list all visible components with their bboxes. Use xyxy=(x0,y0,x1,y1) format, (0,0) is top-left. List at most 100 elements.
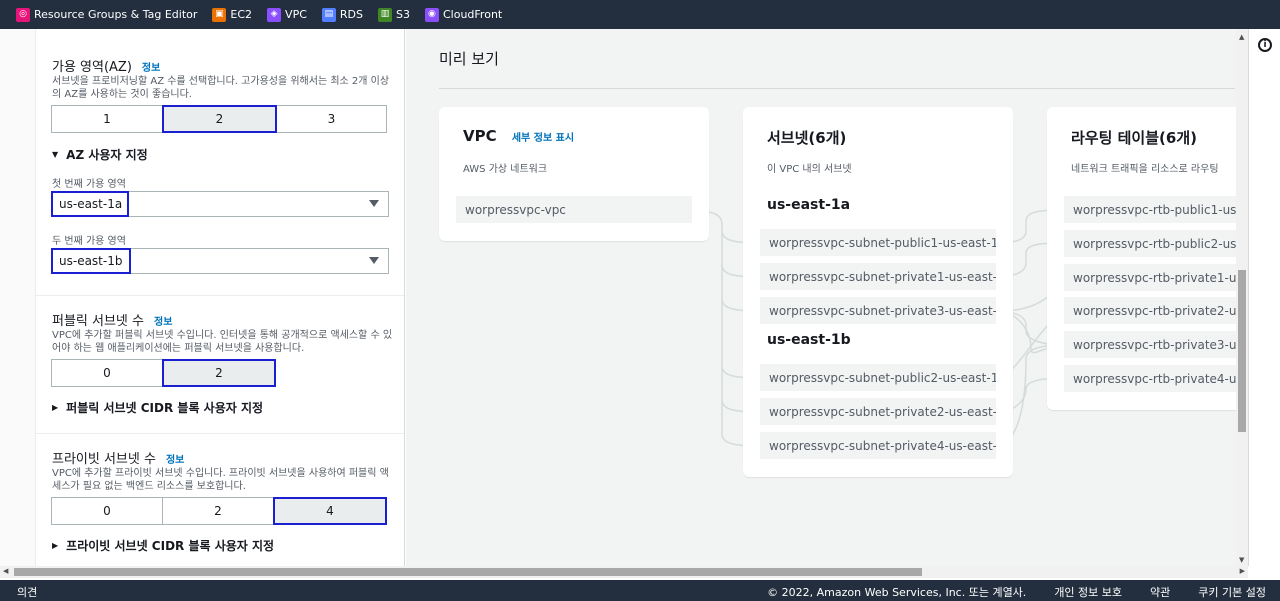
subnet-pill[interactable]: worpressvpc-subnet-private1-us-east-1a xyxy=(760,263,996,290)
favorite-rds[interactable]: ▤ RDS xyxy=(321,7,363,22)
caret-right-icon: ▶ xyxy=(52,403,59,412)
public-title: 퍼블릭 서브넷 수 xyxy=(52,314,144,329)
subnet-pill[interactable]: worpressvpc-subnet-private2-us-east- xyxy=(760,398,996,425)
vpc-settings-panel: 가용 영역(AZ) 정보 서브넷을 프로비저닝할 AZ 수를 선택합니다. 고가용… xyxy=(0,29,405,566)
az-info-link[interactable]: 정보 xyxy=(142,63,160,74)
az-description: 서브넷을 프로비저닝할 AZ 수를 선택합니다. 고가용성을 위해서는 최소 2… xyxy=(52,76,390,100)
route-tables-card: 라우팅 테이블(6개) 네트워크 트래픽을 리소스로 라우팅 worpressv… xyxy=(1047,107,1248,410)
second-az-value: us-east-1b xyxy=(51,248,131,274)
subnet-az1-heading: us-east-1a xyxy=(767,197,851,213)
vpc-name-pill[interactable]: worpressvpc-vpc xyxy=(456,196,692,223)
scroll-right-icon[interactable]: ▶ xyxy=(1240,567,1245,575)
scroll-down-icon[interactable]: ▼ xyxy=(1239,556,1244,564)
first-az-label: 첫 번째 가용 영역 xyxy=(52,179,126,190)
favorite-resource-groups[interactable]: ◎ Resource Groups & Tag Editor xyxy=(16,7,197,22)
route-table-pill[interactable]: worpressvpc-rtb-public2-us-ea xyxy=(1064,230,1248,257)
subnets-card: 서브넷(6개) 이 VPC 내의 서브넷 us-east-1a worpress… xyxy=(743,107,1013,477)
footer-links: © 2022, Amazon Web Services, Inc. 또는 계열사… xyxy=(739,584,1266,600)
second-az-label: 두 번째 가용 영역 xyxy=(52,236,126,247)
favorite-s3[interactable]: ▥ S3 xyxy=(378,7,410,22)
route-tables-card-title: 라우팅 테이블(6개) xyxy=(1071,129,1197,147)
settings-card: 가용 영역(AZ) 정보 서브넷을 프로비저닝할 AZ 수를 선택합니다. 고가용… xyxy=(35,29,404,566)
help-rail: i xyxy=(1248,29,1280,566)
vertical-scrollbar[interactable]: ▲ ▼ xyxy=(1236,29,1248,566)
dropdown-arrow-icon xyxy=(369,200,379,207)
scroll-up-icon[interactable]: ▲ xyxy=(1239,33,1244,41)
privacy-link[interactable]: 개인 정보 보호 xyxy=(1054,584,1122,600)
second-az-select[interactable]: us-east-1b xyxy=(51,248,389,274)
subnets-card-subtitle: 이 VPC 내의 서브넷 xyxy=(767,164,852,175)
public-title-row: 퍼블릭 서브넷 수 정보 xyxy=(52,310,172,329)
az-title: 가용 영역(AZ) xyxy=(52,60,132,75)
public-option-2[interactable]: 2 xyxy=(162,359,276,387)
s3-icon: ▥ xyxy=(378,7,392,22)
private-info-link[interactable]: 정보 xyxy=(166,455,184,466)
preview-panel: 미리 보기 VPC 세부 정보 표시 AWS 가상 네트워크 worpressv… xyxy=(406,29,1248,566)
scroll-left-icon[interactable]: ◀ xyxy=(3,567,8,575)
private-subnets-section: 프라이빗 서브넷 수 정보 VPC에 추가할 프라이빗 서브넷 수입니다. 프라이… xyxy=(36,434,404,566)
vpc-card-subtitle: AWS 가상 네트워크 xyxy=(463,164,548,175)
private-option-4[interactable]: 4 xyxy=(273,497,387,525)
terms-link[interactable]: 약관 xyxy=(1150,584,1170,600)
private-count-selector: 0 2 4 xyxy=(51,497,387,525)
subnet-pill[interactable]: worpressvpc-subnet-private4-us-east- xyxy=(760,432,996,459)
route-table-pill[interactable]: worpressvpc-rtb-private2-us-e xyxy=(1064,297,1248,324)
az-title-row: 가용 영역(AZ) 정보 xyxy=(52,56,160,75)
route-table-pill[interactable]: worpressvpc-rtb-private3-us-e xyxy=(1064,331,1248,358)
private-cidr-label: 프라이빗 서브넷 CIDR 블록 사용자 지정 xyxy=(66,539,275,553)
route-table-pill[interactable]: worpressvpc-rtb-public1-us-ea xyxy=(1064,196,1248,223)
cloudfront-icon: ◉ xyxy=(424,7,439,22)
public-count-selector: 0 2 xyxy=(51,359,276,387)
subnet-pill[interactable]: worpressvpc-subnet-private3-us-east-1a xyxy=(760,297,996,324)
vpc-details-link[interactable]: 세부 정보 표시 xyxy=(512,133,574,144)
cookie-preferences-link[interactable]: 쿠키 기본 설정 xyxy=(1198,584,1266,600)
az-count-selector: 1 2 3 xyxy=(51,105,387,133)
private-title: 프라이빗 서브넷 수 xyxy=(52,452,156,467)
caret-right-icon: ▶ xyxy=(52,541,59,550)
horizontal-scrollbar[interactable]: ◀ ▶ xyxy=(0,566,1248,578)
vertical-scroll-thumb[interactable] xyxy=(1238,270,1246,432)
favorite-vpc[interactable]: ◈ VPC xyxy=(267,7,307,22)
az-customize-toggle[interactable]: ▼ AZ 사용자 지정 xyxy=(52,146,148,163)
private-cidr-toggle[interactable]: ▶ 프라이빗 서브넷 CIDR 블록 사용자 지정 xyxy=(52,537,274,554)
resource-groups-icon: ◎ xyxy=(16,7,30,22)
caret-down-icon: ▼ xyxy=(52,150,59,159)
az-option-1[interactable]: 1 xyxy=(51,105,163,133)
first-az-select[interactable]: us-east-1a xyxy=(51,191,389,217)
route-table-pill[interactable]: worpressvpc-rtb-private4-us-e xyxy=(1064,365,1248,392)
first-az-value: us-east-1a xyxy=(51,191,129,217)
feedback-link[interactable]: 의견 xyxy=(17,584,37,600)
az-option-2[interactable]: 2 xyxy=(162,105,277,133)
private-title-row: 프라이빗 서브넷 수 정보 xyxy=(52,448,184,467)
subnet-az2-heading: us-east-1b xyxy=(767,332,851,348)
private-option-2[interactable]: 2 xyxy=(162,497,274,525)
favorite-ec2[interactable]: ▣ EC2 xyxy=(212,7,252,22)
copyright-text: © 2022, Amazon Web Services, Inc. 또는 계열사… xyxy=(767,586,1027,599)
public-info-link[interactable]: 정보 xyxy=(154,317,172,328)
private-option-0[interactable]: 0 xyxy=(51,497,163,525)
public-option-0[interactable]: 0 xyxy=(51,359,163,387)
vpc-icon: ◈ xyxy=(267,7,282,22)
subnets-card-title: 서브넷(6개) xyxy=(767,129,847,147)
info-icon[interactable]: i xyxy=(1258,38,1272,52)
rds-icon: ▤ xyxy=(321,7,336,22)
favorite-cloudfront[interactable]: ◉ CloudFront xyxy=(424,7,502,22)
public-description: VPC에 추가할 퍼블릭 서브넷 수입니다. 인터넷을 통해 공개적으로 액세스… xyxy=(52,330,393,354)
route-tables-card-subtitle: 네트워크 트래픽을 리소스로 라우팅 xyxy=(1071,164,1219,175)
az-section: 가용 영역(AZ) 정보 서브넷을 프로비저닝할 AZ 수를 선택합니다. 고가용… xyxy=(36,29,404,296)
vpc-card-header: VPC 세부 정보 표시 xyxy=(463,127,574,145)
route-table-pill[interactable]: worpressvpc-rtb-private1-us-e xyxy=(1064,264,1248,291)
horizontal-scroll-thumb[interactable] xyxy=(14,568,922,576)
private-description: VPC에 추가할 프라이빗 서브넷 수입니다. 프라이빗 서브넷을 사용하여 퍼… xyxy=(52,468,389,492)
console-footer: 의견 © 2022, Amazon Web Services, Inc. 또는 … xyxy=(0,580,1280,601)
subnet-pill[interactable]: worpressvpc-subnet-public2-us-east-1b xyxy=(760,364,996,391)
vpc-card: VPC 세부 정보 표시 AWS 가상 네트워크 worpressvpc-vpc xyxy=(439,107,709,241)
az-option-3[interactable]: 3 xyxy=(276,105,387,133)
public-cidr-toggle[interactable]: ▶ 퍼블릭 서브넷 CIDR 블록 사용자 지정 xyxy=(52,399,263,416)
az-customize-label: AZ 사용자 지정 xyxy=(66,148,148,162)
ec2-icon: ▣ xyxy=(212,7,227,22)
public-cidr-label: 퍼블릭 서브넷 CIDR 블록 사용자 지정 xyxy=(66,401,264,415)
subnet-pill[interactable]: worpressvpc-subnet-public1-us-east-1a xyxy=(760,229,996,256)
dropdown-arrow-icon xyxy=(369,257,379,264)
vpc-card-title: VPC xyxy=(463,127,497,145)
